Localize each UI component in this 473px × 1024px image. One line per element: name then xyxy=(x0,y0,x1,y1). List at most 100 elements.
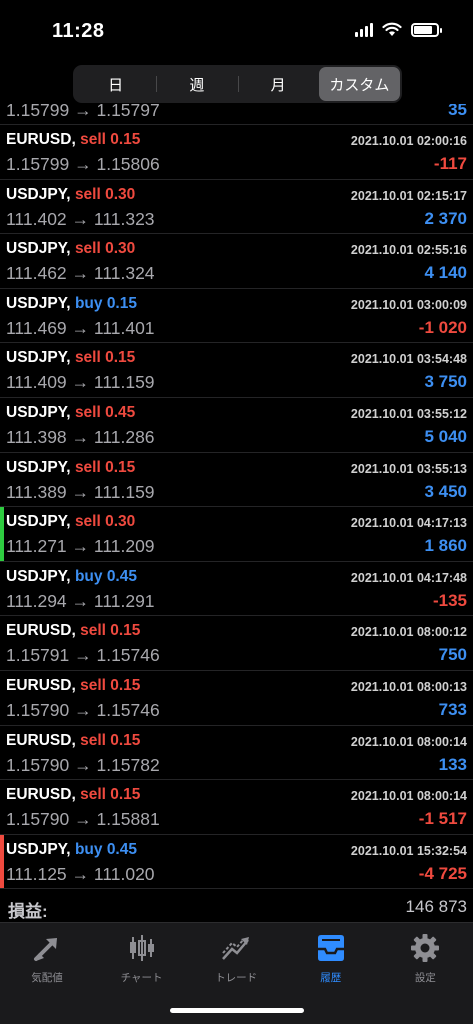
trade-prices: 1.15799 → 1.15806 xyxy=(6,154,160,174)
trade-volume: 0.15 xyxy=(105,349,136,367)
trade-title: USDJPY, sell 0.30 xyxy=(6,513,135,531)
list-item[interactable]: USDJPY, sell 0.45 2021.10.01 03:55:12 11… xyxy=(0,398,473,453)
trade-title: USDJPY, sell 0.30 xyxy=(6,186,135,204)
trade-date: 2021.10.01 03:00:09 xyxy=(350,297,467,312)
trade-symbol: USDJPY, xyxy=(6,513,71,531)
home-indicator[interactable] xyxy=(170,1008,304,1013)
trade-volume: 0.45 xyxy=(105,403,136,421)
trade-profit: -4 725 xyxy=(418,863,467,883)
list-item[interactable]: USDJPY, buy 0.15 2021.10.01 03:00:09 111… xyxy=(0,289,473,344)
trade-symbol: USDJPY, xyxy=(6,185,71,203)
history-inbox-icon xyxy=(284,931,378,965)
trade-volume: 0.15 xyxy=(110,676,141,694)
trade-volume: 0.15 xyxy=(110,622,141,640)
trade-volume: 0.15 xyxy=(110,731,141,749)
trade-volume: 0.15 xyxy=(105,458,136,476)
list-item-partial[interactable]: 1.15799 → 1.15797 35 xyxy=(0,104,473,125)
list-item[interactable]: USDJPY, buy 0.45 2021.10.01 15:32:54 111… xyxy=(0,834,473,890)
list-item[interactable]: EURUSD, sell 0.15 2021.10.01 08:00:14 1.… xyxy=(0,780,473,835)
trade-title: EURUSD, sell 0.15 xyxy=(6,622,140,640)
trade-date: 2021.10.01 03:55:13 xyxy=(350,461,467,476)
segment-3[interactable]: カスタム xyxy=(318,67,400,101)
trade-profit: 4 140 xyxy=(424,263,467,283)
trade-volume: 0.30 xyxy=(105,513,136,531)
trade-profit: 133 xyxy=(438,754,467,774)
trade-date: 2021.10.01 03:55:12 xyxy=(350,406,467,421)
trade-volume: 0.30 xyxy=(105,240,136,258)
list-item[interactable]: USDJPY, sell 0.30 2021.10.01 04:17:13 11… xyxy=(0,507,473,562)
tab-label: チャート xyxy=(120,972,163,984)
trade-symbol: EURUSD, xyxy=(6,731,76,749)
profit-summary: 損益: 146 873 xyxy=(0,892,473,922)
trade-title: EURUSD, sell 0.15 xyxy=(6,732,140,750)
segment-1[interactable]: 週 xyxy=(156,67,237,101)
list-item[interactable]: USDJPY, sell 0.15 2021.10.01 03:55:13 11… xyxy=(0,453,473,508)
trade-side: sell xyxy=(74,185,101,203)
trade-volume: 0.15 xyxy=(106,294,137,312)
trade-title: USDJPY, buy 0.15 xyxy=(6,295,137,313)
trade-title: EURUSD, sell 0.15 xyxy=(6,131,140,149)
list-item[interactable]: USDJPY, sell 0.30 2021.10.01 02:15:17 11… xyxy=(0,180,473,235)
tab-label: トレード xyxy=(215,972,258,984)
list-item[interactable]: EURUSD, sell 0.15 2021.10.01 02:00:16 1.… xyxy=(0,125,473,180)
list-item[interactable]: EURUSD, sell 0.15 2021.10.01 08:00:14 1.… xyxy=(0,726,473,781)
tab-settings-gear[interactable]: 設定 xyxy=(378,931,472,985)
list-item[interactable]: USDJPY, sell 0.15 2021.10.01 03:54:48 11… xyxy=(0,343,473,398)
trade-prices: 111.389 → 111.159 xyxy=(6,481,155,502)
trade-profit: -135 xyxy=(432,590,467,610)
trade-symbol: USDJPY, xyxy=(6,294,71,312)
trade-profit: -1 020 xyxy=(418,317,467,337)
trade-volume: 0.45 xyxy=(106,840,137,858)
trade-date: 2021.10.01 08:00:14 xyxy=(350,734,467,749)
tab-candlestick-chart[interactable]: チャート xyxy=(95,931,189,985)
trade-prices: 1.15790 → 1.15782 xyxy=(6,754,160,775)
status-bar: 11:28 xyxy=(0,0,473,62)
trade-symbol: USDJPY, xyxy=(6,567,71,585)
trade-title: USDJPY, sell 0.45 xyxy=(6,404,135,422)
list-item[interactable]: USDJPY, buy 0.45 2021.10.01 04:17:48 111… xyxy=(0,562,473,617)
trade-side: sell xyxy=(80,731,106,749)
trade-side: sell xyxy=(74,458,101,476)
trade-date: 2021.10.01 08:00:14 xyxy=(350,789,467,804)
trade-prices: 111.294 → 111.291 xyxy=(6,590,155,611)
tab-label: 履歴 xyxy=(320,972,342,984)
row-marker xyxy=(0,507,4,561)
trade-symbol: USDJPY, xyxy=(6,840,71,858)
tab-quotes-arrows[interactable]: 気配値 xyxy=(0,931,94,985)
trade-symbol: USDJPY, xyxy=(6,240,71,258)
trade-history-list[interactable]: 1.15799 → 1.15797 35 EURUSD, sell 0.15 2… xyxy=(0,104,473,892)
trade-prices: 1.15790 → 1.15746 xyxy=(6,699,160,720)
tab-label: 気配値 xyxy=(31,972,63,984)
trade-title: USDJPY, buy 0.45 xyxy=(6,841,137,859)
list-item[interactable]: USDJPY, sell 0.30 2021.10.01 02:55:16 11… xyxy=(0,234,473,289)
trade-volume: 0.45 xyxy=(106,567,137,585)
list-item[interactable]: EURUSD, sell 0.15 2021.10.01 08:00:13 1.… xyxy=(0,671,473,726)
tab-trade-trend[interactable]: トレード xyxy=(189,931,283,985)
trade-profit: 750 xyxy=(438,645,467,665)
trade-prices: 1.15791 → 1.15746 xyxy=(6,645,160,666)
segment-2[interactable]: 月 xyxy=(237,67,319,101)
trade-volume: 0.15 xyxy=(110,786,141,804)
trade-date: 2021.10.01 02:15:17 xyxy=(350,188,467,203)
period-segmented-control[interactable]: 日週月カスタム xyxy=(73,65,402,103)
trade-date: 2021.10.01 02:00:16 xyxy=(350,134,467,148)
trade-title: USDJPY, sell 0.15 xyxy=(6,459,135,477)
trade-prices: 111.402 → 111.323 xyxy=(6,208,155,229)
tab-history-inbox[interactable]: 履歴 xyxy=(284,931,378,985)
candlestick-chart-icon xyxy=(95,931,189,965)
trade-title: USDJPY, sell 0.30 xyxy=(6,240,135,258)
trade-prices: 1.15799 → 1.15797 xyxy=(6,104,160,120)
trade-profit: 3 450 xyxy=(424,481,467,501)
list-item[interactable]: EURUSD, sell 0.15 2021.10.01 08:00:12 1.… xyxy=(0,616,473,671)
trade-symbol: EURUSD, xyxy=(6,622,76,640)
trade-symbol: USDJPY, xyxy=(6,458,71,476)
trade-side: sell xyxy=(80,131,106,148)
trade-symbol: EURUSD, xyxy=(6,131,76,148)
trade-side: sell xyxy=(74,403,101,421)
segment-0[interactable]: 日 xyxy=(75,67,156,101)
trade-profit: 5 040 xyxy=(424,426,467,446)
trade-prices: 111.469 → 111.401 xyxy=(6,317,155,338)
trade-title: USDJPY, sell 0.15 xyxy=(6,349,135,367)
status-icons xyxy=(355,22,442,37)
trade-profit: 35 xyxy=(448,104,467,119)
